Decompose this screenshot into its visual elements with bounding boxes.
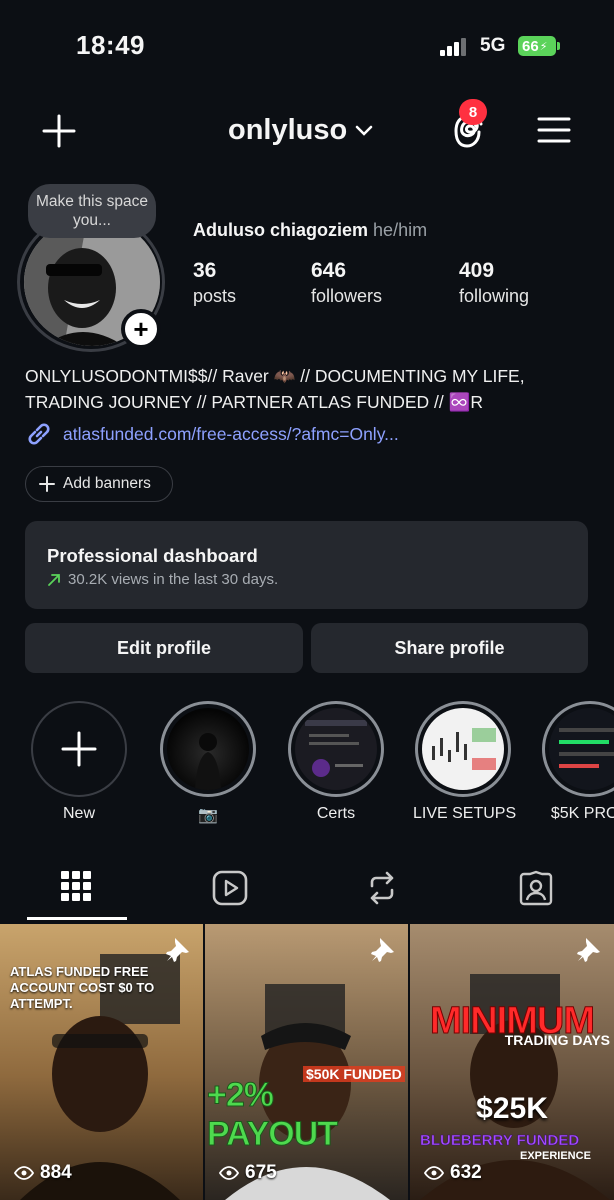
- post-amount: $25K: [476, 1092, 548, 1125]
- tab-reels[interactable]: [212, 870, 248, 911]
- network-type: 5G: [480, 35, 506, 56]
- add-banners-label: Add banners: [63, 475, 151, 492]
- active-tab-indicator: [27, 917, 127, 920]
- signal-icon: [440, 38, 468, 56]
- dashboard-subtitle: 30.2K views in the last 30 days.: [47, 571, 566, 588]
- link-text: atlasfunded.com/free-access/?afmc=Only..…: [63, 423, 399, 444]
- stat-posts[interactable]: 36 posts: [193, 259, 236, 307]
- reels-icon: [212, 870, 248, 906]
- post-brand: BLUEBERRY FUNDED: [420, 1132, 580, 1150]
- stat-followers[interactable]: 646 followers: [311, 259, 382, 307]
- highlight-label: $5K PROP: [550, 805, 614, 822]
- account-switcher[interactable]: onlyluso: [228, 114, 373, 147]
- share-profile-button[interactable]: Share profile: [311, 623, 588, 673]
- new-highlight-ring: [31, 701, 127, 797]
- status-time: 18:49: [76, 30, 145, 60]
- stat-label: followers: [311, 286, 383, 306]
- highlight-cover: [295, 708, 377, 790]
- highlight-certs[interactable]: Certs: [286, 701, 386, 823]
- post-views: 675: [219, 1162, 277, 1184]
- tab-reposts[interactable]: [366, 870, 398, 911]
- stat-value: 409: [459, 259, 495, 282]
- stat-value: 36: [193, 259, 217, 282]
- bio-link[interactable]: atlasfunded.com/free-access/?afmc=Only..…: [25, 420, 399, 448]
- username: onlyluso: [228, 114, 348, 146]
- battery-icon: 66 ⚡: [518, 36, 556, 56]
- post-tile[interactable]: $50K FUNDED +2% PAYOUT 675: [205, 924, 408, 1200]
- pin-icon: [577, 938, 600, 962]
- plus-icon: [61, 731, 97, 767]
- dashboard-title: Professional dashboard: [47, 545, 258, 566]
- highlight-new[interactable]: New: [29, 701, 129, 823]
- post-caption: ATLAS FUNDED FREE ACCOUNT COST $0 To att…: [10, 964, 155, 1011]
- tagged-icon: [519, 870, 553, 906]
- notification-badge: 8: [459, 99, 487, 125]
- highlight-5k-prop[interactable]: $5K PROP: [540, 701, 614, 823]
- professional-dashboard[interactable]: Professional dashboard 30.2K views in th…: [25, 521, 588, 609]
- add-story-button[interactable]: +: [121, 309, 161, 349]
- post-caption: +2% PAYOUT: [207, 1076, 339, 1154]
- highlight-label: 📷: [198, 807, 218, 824]
- menu-icon[interactable]: [537, 116, 571, 144]
- post-views: 884: [14, 1162, 72, 1184]
- stat-label: following: [459, 286, 530, 306]
- highlight-camera[interactable]: 📷: [158, 701, 258, 825]
- plus-icon: [39, 476, 55, 492]
- pronouns: he/him: [373, 220, 428, 240]
- highlight-label: LIVE SETUPS: [413, 805, 517, 822]
- full-name: Aduluso chiagoziem: [193, 220, 369, 240]
- eye-icon: [219, 1166, 239, 1180]
- post-tile[interactable]: ATLAS FUNDED FREE ACCOUNT COST $0 To att…: [0, 924, 203, 1200]
- eye-icon: [14, 1166, 34, 1180]
- create-icon[interactable]: [42, 114, 76, 148]
- highlight-label: Certs: [316, 805, 356, 822]
- grid-icon: [61, 871, 91, 901]
- stat-value: 646: [311, 259, 347, 282]
- pin-icon: [166, 938, 189, 962]
- stat-label: posts: [193, 286, 237, 306]
- highlight-label: New: [62, 805, 95, 822]
- eye-icon: [424, 1166, 444, 1180]
- highlight-live-setups[interactable]: LIVE SETUPS: [413, 701, 517, 823]
- link-icon: [28, 423, 50, 445]
- tab-tagged[interactable]: [518, 870, 554, 911]
- note-bubble[interactable]: Make this space you...: [28, 184, 156, 238]
- post-brand-sub: EXPERIENCE: [520, 1150, 591, 1162]
- bio: ONLYLUSODONTMI$$// Raver 🦇 // DOCUMENTIN…: [25, 366, 525, 412]
- tab-grid[interactable]: [60, 870, 92, 907]
- add-banners-button[interactable]: Add banners: [25, 466, 173, 502]
- repost-icon: [370, 871, 394, 905]
- post-subcaption: TRADING DAYS: [504, 1032, 610, 1048]
- trend-up-icon: [48, 573, 60, 586]
- stat-following[interactable]: 409 following: [459, 259, 529, 307]
- edit-profile-button[interactable]: Edit profile: [25, 623, 303, 673]
- post-tile[interactable]: MINIMUM TRADING DAYS $25K BLUEBERRY FUND…: [410, 924, 614, 1200]
- pin-icon: [371, 938, 394, 962]
- battery-level: 66: [522, 37, 539, 55]
- post-views: 632: [424, 1162, 482, 1184]
- chevron-down-icon: [355, 125, 373, 136]
- highlight-cover: [167, 708, 249, 790]
- highlight-cover: [549, 708, 614, 790]
- display-name: Aduluso chiagoziem he/him: [193, 220, 427, 241]
- battery-tip: [557, 42, 560, 50]
- highlight-cover: [422, 708, 504, 790]
